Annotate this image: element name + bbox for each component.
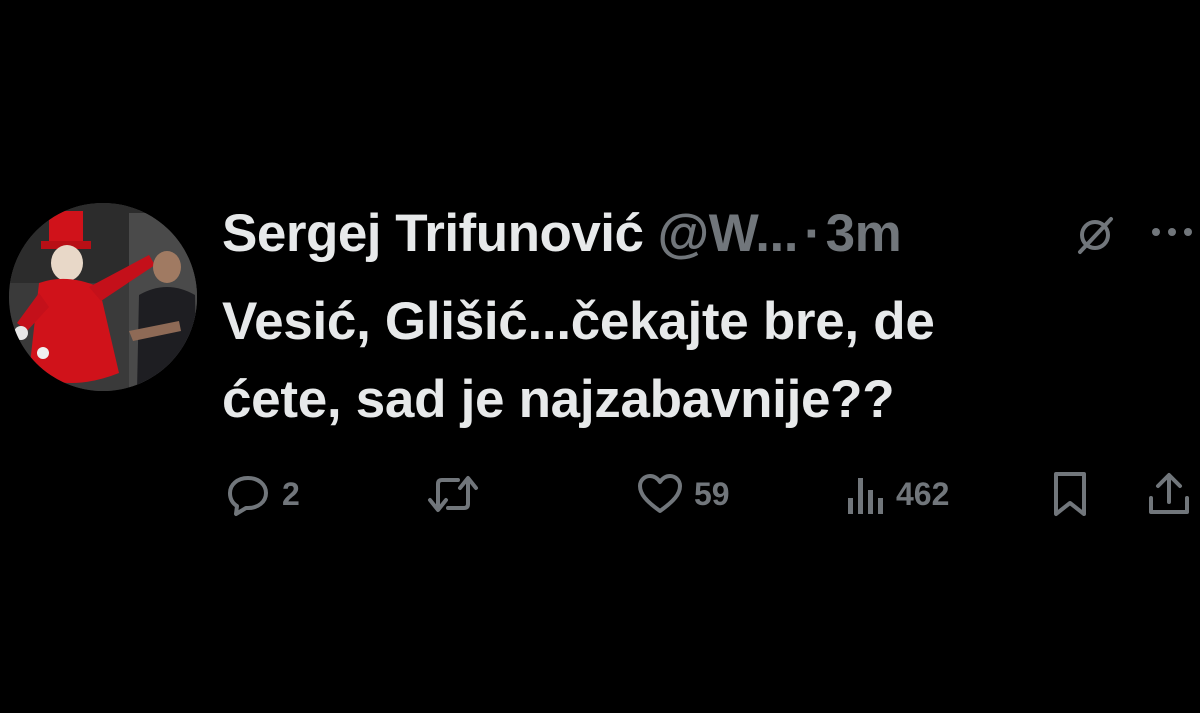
bookmark-icon <box>1050 470 1090 518</box>
timestamp[interactable]: 3m <box>826 203 902 264</box>
view-count: 462 <box>896 475 950 512</box>
like-icon <box>636 470 684 518</box>
bookmark-button[interactable] <box>1050 466 1090 522</box>
like-count: 59 <box>694 475 730 512</box>
retweet-button[interactable] <box>426 466 480 522</box>
avatar[interactable] <box>9 203 197 391</box>
reply-button[interactable]: 2 <box>224 466 300 522</box>
more-icon[interactable] <box>1150 214 1194 250</box>
retweet-icon <box>426 470 480 518</box>
tweet-text: Vesić, Glišić...čekajte bre, de ćete, sa… <box>222 283 1162 439</box>
tweet-text-line: ćete, sad je najzabavnije?? <box>222 370 895 429</box>
tweet: Sergej Trifunović @W... · 3m Vesić, Gliš… <box>0 0 1200 713</box>
tweet-text-line: Vesić, Glišić...čekajte bre, de <box>222 292 935 351</box>
views-button[interactable]: 462 <box>846 466 949 522</box>
share-icon <box>1146 470 1192 518</box>
grok-icon[interactable] <box>1074 214 1116 256</box>
reply-count: 2 <box>282 475 300 512</box>
user-handle[interactable]: @W... <box>658 203 799 264</box>
avatar-image <box>9 203 197 391</box>
share-button[interactable] <box>1146 466 1192 522</box>
tweet-header: Sergej Trifunović @W... · 3m <box>222 200 902 266</box>
separator-dot: · <box>803 203 822 263</box>
like-button[interactable]: 59 <box>636 466 730 522</box>
display-name[interactable]: Sergej Trifunović <box>222 203 644 264</box>
reply-icon <box>224 470 272 518</box>
views-icon <box>846 470 886 518</box>
